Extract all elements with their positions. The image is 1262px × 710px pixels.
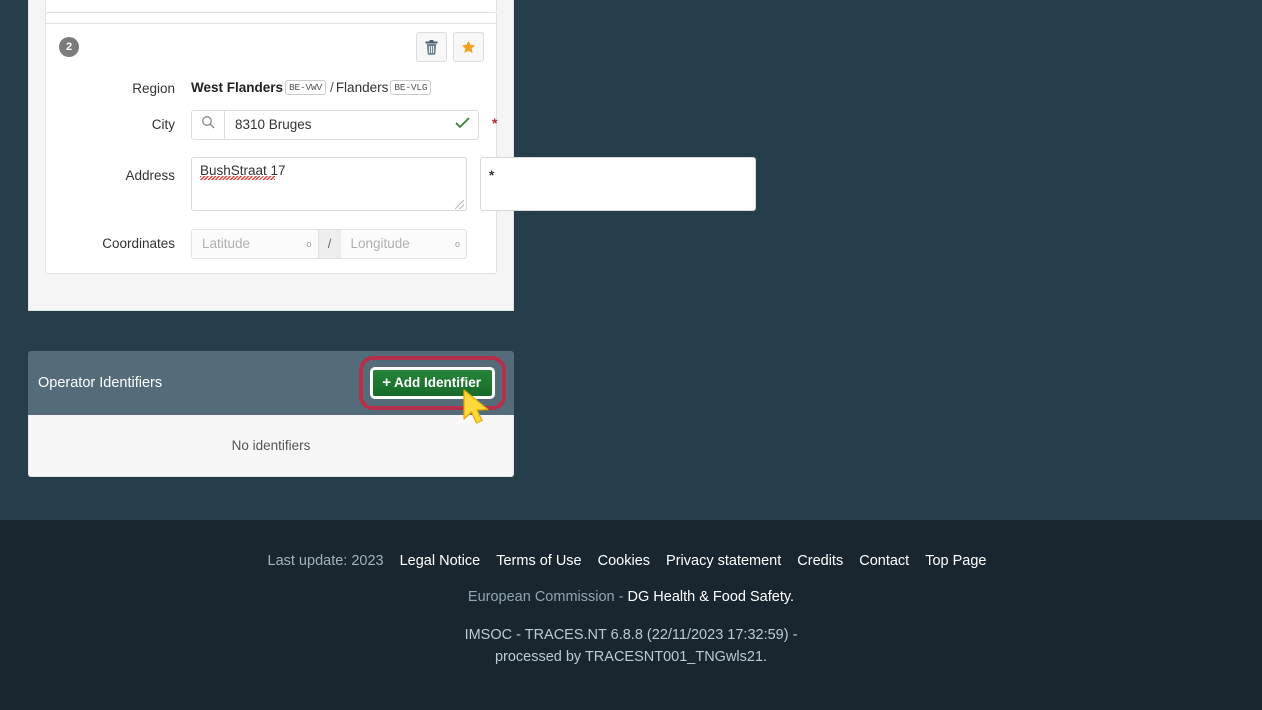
- trash-icon: [425, 39, 438, 55]
- address-required-marker: *: [480, 156, 756, 211]
- city-value: 8310 Bruges: [235, 117, 312, 133]
- add-identifier-label: Add Identifier: [394, 375, 481, 390]
- address-card-2: 2 Region West Flanders BE-VWV / Flanders…: [45, 12, 756, 274]
- footer-org-name: DG Health & Food Safety.: [627, 589, 795, 605]
- latitude-input[interactable]: Latitude o: [191, 228, 319, 259]
- resize-grip[interactable]: [455, 199, 464, 209]
- address-card-toolbar: 2: [46, 24, 496, 64]
- latitude-degree-symbol: o: [306, 238, 312, 249]
- delete-address-button[interactable]: [416, 32, 447, 62]
- add-identifier-wrapper: + Add Identifier: [359, 356, 506, 410]
- footer-link-contact[interactable]: Contact: [859, 553, 909, 569]
- city-search-addon[interactable]: [191, 109, 224, 140]
- footer-link-privacy-statement[interactable]: Privacy statement: [666, 553, 781, 569]
- coordinates-row: Coordinates Latitude o / Longitude o: [46, 228, 496, 259]
- city-row: City 8310 Bruges *: [46, 109, 498, 140]
- address-panel: 2 Region West Flanders BE-VWV / Flanders…: [28, 0, 756, 311]
- region-label: Region: [132, 81, 175, 96]
- footer-version-line: IMSOC - TRACES.NT 6.8.8 (22/11/2023 17:3…: [464, 627, 798, 643]
- region-primary-name: West Flanders: [191, 80, 284, 95]
- footer-link-top-page[interactable]: Top Page: [925, 553, 986, 569]
- sequence-badge: 2: [59, 37, 79, 57]
- coordinates-control: Latitude o / Longitude o: [191, 228, 496, 259]
- region-value: West Flanders BE-VWV / Flanders BE-VLG: [191, 74, 433, 95]
- address-textarea[interactable]: BushStraat 17: [191, 156, 467, 211]
- operator-identifiers-title: Operator Identifiers: [38, 375, 163, 391]
- address-control: BushStraat 17 *: [191, 156, 756, 211]
- city-label: City: [151, 116, 175, 132]
- address-section: 2 Region West Flanders BE-VWV / Flanders…: [28, 0, 756, 311]
- favourite-address-button[interactable]: [453, 32, 484, 62]
- region-control: West Flanders BE-VWV / Flanders BE-VLG: [191, 74, 496, 95]
- city-input[interactable]: 8310 Bruges: [224, 109, 479, 140]
- region-primary-code: BE-VWV: [285, 80, 327, 95]
- city-control: 8310 Bruges *: [191, 109, 498, 140]
- address-card-previous: [45, 0, 497, 12]
- longitude-input[interactable]: Longitude o: [340, 228, 467, 259]
- region-row: Region West Flanders BE-VWV / Flanders BE-VL…: [46, 74, 496, 98]
- footer-link-credits[interactable]: Credits: [797, 553, 843, 569]
- coordinates-label: Coordinates: [102, 235, 175, 251]
- empty-message: No identifiers: [231, 438, 311, 453]
- coordinates-group: Latitude o / Longitude o: [191, 228, 467, 259]
- operator-identifiers-header: Operator Identifiers + Add Identifier: [28, 351, 514, 415]
- footer-org-prefix: European Commission -: [467, 589, 628, 605]
- footer-link-legal-notice[interactable]: Legal Notice: [400, 553, 481, 569]
- footer-processed-line: processed by TRACESNT001_TNGwls21.: [494, 649, 768, 666]
- check-icon: [455, 117, 470, 132]
- longitude-degree-symbol: o: [454, 238, 460, 249]
- footer-organisation: European Commission - DG Health & Food S…: [0, 589, 1262, 605]
- plus-icon: +: [382, 374, 391, 391]
- footer-version: IMSOC - TRACES.NT 6.8.8 (22/11/2023 17:3…: [0, 624, 1262, 669]
- spellcheck-underline: [200, 175, 275, 180]
- longitude-placeholder: Longitude: [350, 236, 410, 252]
- page-footer: Last update: 2023 Legal Notice Terms of Us…: [0, 520, 1262, 710]
- address-row: Address BushStraat 17 *: [46, 156, 756, 211]
- latitude-placeholder: Latitude: [202, 236, 251, 252]
- page-root: 2 Region West Flanders BE-VWV / Flanders…: [0, 0, 1262, 710]
- city-input-group[interactable]: 8310 Bruges: [191, 109, 479, 140]
- address-label: Address: [125, 167, 175, 183]
- search-icon: [201, 115, 215, 134]
- add-identifier-button[interactable]: + Add Identifier: [370, 367, 495, 399]
- footer-link-cookies[interactable]: Cookies: [598, 553, 650, 569]
- operator-identifiers-panel: Operator Identifiers + Add Identifier No…: [28, 351, 514, 477]
- region-separator: /: [330, 80, 334, 95]
- coordinates-separator: /: [318, 228, 341, 259]
- region-secondary-code: BE-VLG: [390, 80, 432, 95]
- star-icon: [461, 40, 476, 55]
- footer-links-row: Last update: 2023 Legal Notice Terms of Us…: [0, 553, 1262, 569]
- city-required-marker: *: [492, 114, 498, 131]
- footer-last-update: Last update: 2023: [267, 553, 384, 569]
- address-value-wrap: BushStraat 17: [200, 163, 286, 180]
- operator-identifiers-empty-state: No identifiers: [28, 415, 514, 477]
- region-secondary-name: Flanders: [335, 80, 389, 95]
- card-action-buttons: [416, 32, 484, 62]
- footer-link-terms-of-use[interactable]: Terms of Use: [496, 553, 581, 569]
